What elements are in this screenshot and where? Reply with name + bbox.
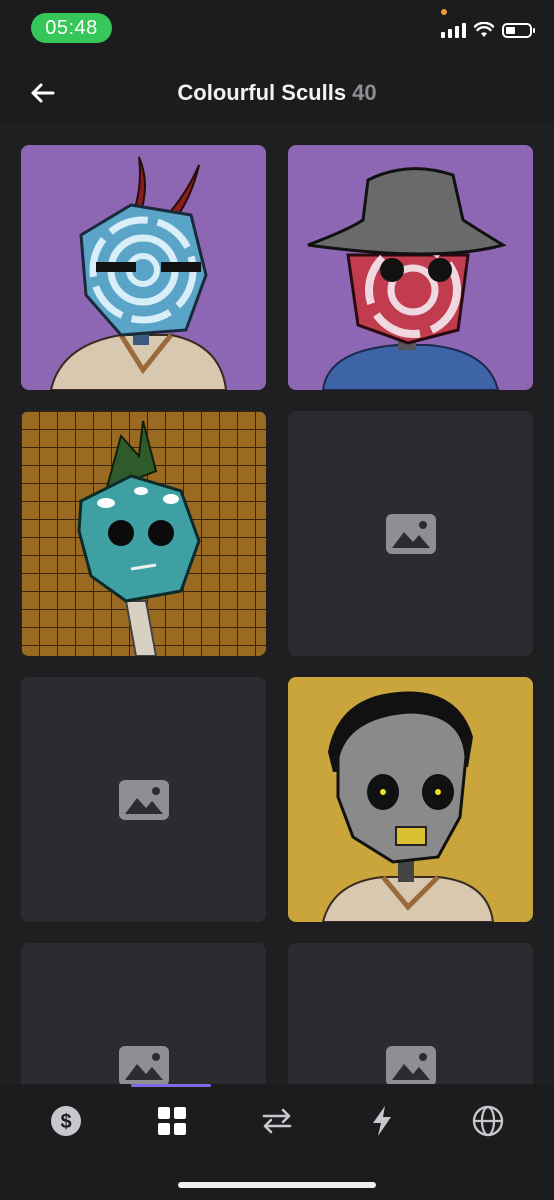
- tab-collectibles[interactable]: [142, 1102, 202, 1140]
- image-placeholder-icon: [385, 513, 436, 554]
- status-bar: 05:48: [0, 0, 554, 56]
- wifi-icon: [474, 22, 494, 37]
- image-placeholder-icon: [385, 1045, 436, 1086]
- dollar-circle-icon: $: [51, 1106, 81, 1136]
- skull-mohawk-art: [21, 411, 266, 656]
- lightning-icon: [373, 1106, 391, 1136]
- active-tab-indicator: [131, 1084, 211, 1087]
- nft-grid[interactable]: [0, 124, 554, 1188]
- header: Colourful Sculls 40: [0, 56, 554, 124]
- tab-activity[interactable]: [352, 1102, 412, 1140]
- status-time: 05:48: [31, 13, 112, 43]
- skull-bucket-hat-art: [288, 145, 533, 390]
- nft-tile-placeholder[interactable]: [288, 411, 533, 656]
- nft-tile[interactable]: [288, 145, 533, 390]
- signal-icon: [441, 22, 466, 38]
- skull-horns-art: [21, 145, 266, 390]
- home-indicator[interactable]: [178, 1182, 376, 1188]
- nft-tile[interactable]: [21, 145, 266, 390]
- tab-wallet[interactable]: $: [36, 1102, 96, 1140]
- swap-arrows-icon: [262, 1108, 292, 1134]
- globe-icon: [472, 1105, 504, 1137]
- battery-icon: [502, 22, 535, 38]
- grid-icon: [158, 1107, 186, 1135]
- tab-browser[interactable]: [458, 1102, 518, 1140]
- page-title: Colourful Sculls 40: [0, 80, 554, 106]
- privacy-indicator-dot: [441, 9, 447, 15]
- tab-swap[interactable]: [247, 1102, 307, 1140]
- nft-tile[interactable]: [21, 411, 266, 656]
- nft-tile-placeholder[interactable]: [21, 677, 266, 922]
- item-count: 40: [352, 80, 377, 105]
- image-placeholder-icon: [118, 1045, 169, 1086]
- image-placeholder-icon: [118, 779, 169, 820]
- svg-text:$: $: [60, 1111, 71, 1133]
- collection-name: Colourful Sculls: [177, 80, 347, 105]
- skull-curly-hair-art: [288, 677, 533, 922]
- status-icons: [441, 22, 535, 38]
- nft-tile[interactable]: [288, 677, 533, 922]
